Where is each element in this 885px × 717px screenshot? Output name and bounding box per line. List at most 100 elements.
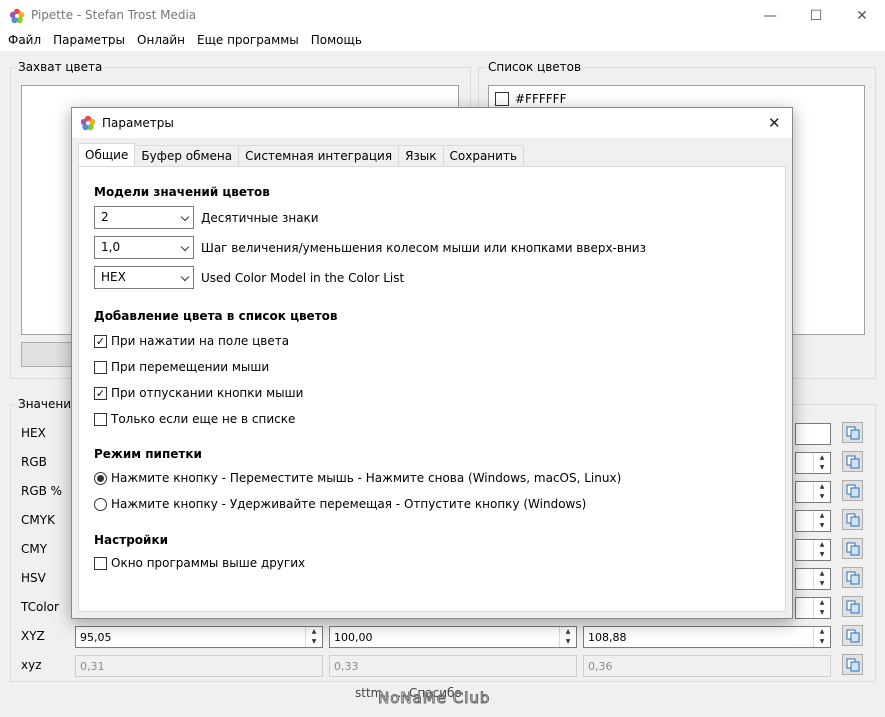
value-row-label: HSV <box>21 571 46 585</box>
dialog-tabs: Общие Буфер обмена Системная интеграция … <box>78 143 525 167</box>
topmost-box <box>94 556 107 570</box>
value-field: 0,36 <box>583 655 831 677</box>
spin-buttons[interactable]: ▲ ▼ <box>813 627 830 647</box>
add-option-checkbox[interactable]: При перемещении мыши <box>94 360 269 374</box>
spin-buttons[interactable]: ▲ ▼ <box>813 598 830 618</box>
tab-clipboard[interactable]: Буфер обмена <box>134 145 240 166</box>
spin-down-icon[interactable]: ▼ <box>814 521 830 531</box>
spin-down-icon[interactable]: ▼ <box>560 637 576 647</box>
value-row-label: xyz <box>21 658 42 672</box>
spin-up-icon[interactable]: ▲ <box>814 453 830 463</box>
copy-button[interactable] <box>842 625 863 646</box>
value-text: 108,88 <box>588 631 627 644</box>
hex-field[interactable] <box>795 423 831 445</box>
copy-button[interactable] <box>842 451 863 472</box>
step-combo[interactable]: 1,0 <box>94 236 194 259</box>
dialog-close-button[interactable]: ✕ <box>768 114 781 132</box>
value-field[interactable]: 108,88 ▲ ▼ <box>583 626 831 648</box>
spin-down-icon[interactable]: ▼ <box>814 608 830 618</box>
dialog-title: Параметры <box>102 116 174 130</box>
value-field-tail[interactable]: ▲ ▼ <box>795 481 831 503</box>
spin-buttons[interactable]: ▲ ▼ <box>305 627 322 647</box>
spin-buttons[interactable]: ▲ ▼ <box>813 511 830 531</box>
spin-down-icon[interactable]: ▼ <box>814 637 830 647</box>
copy-icon <box>846 629 859 642</box>
value-field-tail[interactable]: ▲ ▼ <box>795 597 831 619</box>
spin-up-icon[interactable]: ▲ <box>814 598 830 608</box>
close-button[interactable]: ✕ <box>839 0 885 31</box>
window-title: Pipette - Stefan Trost Media <box>31 8 197 22</box>
add-option-checkbox[interactable]: ✓ При отпускании кнопки мыши <box>94 386 303 400</box>
menu-help[interactable]: Помощь <box>306 31 369 51</box>
copy-icon <box>846 658 859 671</box>
copy-icon <box>846 571 859 584</box>
colorlist-label: Список цветов <box>485 60 585 74</box>
spin-buttons[interactable]: ▲ ▼ <box>559 627 576 647</box>
copy-button[interactable] <box>842 480 863 501</box>
spin-buttons[interactable]: ▲ ▼ <box>813 540 830 560</box>
value-text: 0,31 <box>80 660 105 673</box>
add-option-checkbox[interactable]: Только если еще не в списке <box>94 412 295 426</box>
spin-down-icon[interactable]: ▼ <box>814 579 830 589</box>
picker-mode-radio[interactable]: Нажмите кнопку - Переместите мышь - Нажм… <box>94 471 621 485</box>
decimals-label: Десятичные знаки <box>201 211 319 225</box>
spin-up-icon[interactable]: ▲ <box>814 627 830 637</box>
picker-mode-radio[interactable]: Нажмите кнопку - Удерживайте перемещая -… <box>94 497 586 511</box>
value-row-label: CMYK <box>21 513 55 527</box>
add-option-checkbox[interactable]: ✓ При нажатии на поле цвета <box>94 334 289 348</box>
radio-label: Нажмите кнопку - Переместите мышь - Нажм… <box>111 471 622 485</box>
copy-icon <box>846 600 859 613</box>
checkbox-label: При нажатии на поле цвета <box>111 334 290 348</box>
copy-button[interactable] <box>842 509 863 530</box>
value-row-label: RGB <box>21 455 47 469</box>
value-field[interactable]: 95,05 ▲ ▼ <box>75 626 323 648</box>
copy-button[interactable] <box>842 596 863 617</box>
checkbox-box <box>94 360 107 374</box>
value-text: 95,05 <box>80 631 112 644</box>
color-model-combo[interactable]: HEX <box>94 266 194 289</box>
spin-up-icon[interactable]: ▲ <box>814 511 830 521</box>
tab-general[interactable]: Общие <box>78 143 136 166</box>
spin-down-icon[interactable]: ▼ <box>814 492 830 502</box>
list-item[interactable]: #FFFFFF <box>495 92 566 106</box>
copy-button[interactable] <box>842 654 863 675</box>
spin-down-icon[interactable]: ▼ <box>814 550 830 560</box>
copy-icon <box>846 513 859 526</box>
copy-button[interactable] <box>842 567 863 588</box>
copy-button[interactable] <box>842 538 863 559</box>
value-field-tail[interactable]: ▲ ▼ <box>795 452 831 474</box>
spin-up-icon[interactable]: ▲ <box>814 540 830 550</box>
copy-button[interactable] <box>842 422 863 443</box>
close-icon: ✕ <box>856 7 868 24</box>
menu-more-programs[interactable]: Еще программы <box>192 31 306 51</box>
step-label: Шаг величения/уменьшения колесом мыши ил… <box>201 241 646 255</box>
topmost-checkbox[interactable]: Окно программы выше других <box>94 556 305 570</box>
spin-buttons[interactable]: ▲ ▼ <box>813 453 830 473</box>
menu-online[interactable]: Онлайн <box>132 31 192 51</box>
decimals-combo[interactable]: 2 <box>94 206 194 229</box>
menu-file[interactable]: Файл <box>3 31 48 51</box>
spin-up-icon[interactable]: ▲ <box>560 627 576 637</box>
tab-save[interactable]: Сохранить <box>442 145 525 166</box>
spin-buttons[interactable]: ▲ ▼ <box>813 569 830 589</box>
spin-down-icon[interactable]: ▼ <box>814 463 830 473</box>
minimize-button[interactable]: — <box>747 0 793 31</box>
spin-down-icon[interactable]: ▼ <box>306 637 322 647</box>
value-row-label: XYZ <box>21 629 45 643</box>
checkbox-box: ✓ <box>94 334 107 348</box>
spin-up-icon[interactable]: ▲ <box>814 482 830 492</box>
value-field-tail[interactable]: ▲ ▼ <box>795 539 831 561</box>
maximize-icon: ☐ <box>809 7 823 24</box>
tab-system-integration[interactable]: Системная интеграция <box>238 145 400 166</box>
tab-language[interactable]: Язык <box>398 145 444 166</box>
spin-up-icon[interactable]: ▲ <box>814 569 830 579</box>
copy-icon <box>846 455 859 468</box>
value-field[interactable]: 100,00 ▲ ▼ <box>329 626 577 648</box>
spin-buttons[interactable]: ▲ ▼ <box>813 482 830 502</box>
topmost-label: Окно программы выше других <box>111 556 306 570</box>
spin-up-icon[interactable]: ▲ <box>306 627 322 637</box>
maximize-button[interactable]: ☐ <box>793 0 839 31</box>
menu-parameters[interactable]: Параметры <box>48 31 132 51</box>
value-field-tail[interactable]: ▲ ▼ <box>795 568 831 590</box>
value-field-tail[interactable]: ▲ ▼ <box>795 510 831 532</box>
